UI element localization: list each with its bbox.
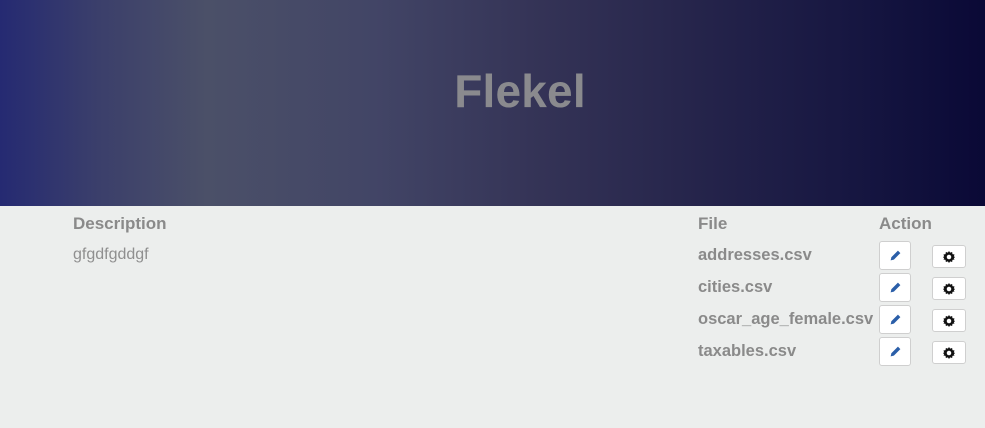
- pencil-icon: [890, 346, 900, 357]
- column-header-file: File: [698, 214, 728, 233]
- file-name: cities.csv: [698, 278, 773, 296]
- gear-icon: [943, 346, 955, 359]
- header-banner: Flekel: [0, 0, 985, 206]
- gear-icon: [943, 314, 955, 327]
- description-text: gfgdfgddgf: [73, 246, 149, 263]
- file-name: oscar_age_female.csv: [698, 310, 874, 328]
- file-name: addresses.csv: [698, 246, 812, 264]
- pencil-icon: [890, 250, 900, 261]
- column-header-action: Action: [879, 214, 932, 233]
- settings-button[interactable]: [932, 341, 966, 364]
- settings-button[interactable]: [932, 309, 966, 332]
- gear-icon: [943, 250, 955, 263]
- column-header-description: Description: [73, 214, 167, 233]
- edit-button[interactable]: [879, 273, 911, 302]
- pencil-icon: [890, 282, 900, 293]
- edit-button[interactable]: [879, 337, 911, 366]
- pencil-icon: [890, 314, 900, 325]
- settings-button[interactable]: [932, 245, 966, 268]
- file-name: taxables.csv: [698, 342, 797, 360]
- files-table: Description File Action gfgdfgddgf addre…: [0, 206, 985, 428]
- page-title: Flekel: [454, 65, 586, 117]
- settings-button[interactable]: [932, 277, 966, 300]
- gear-icon: [943, 282, 955, 295]
- edit-button[interactable]: [879, 241, 911, 270]
- edit-button[interactable]: [879, 305, 911, 334]
